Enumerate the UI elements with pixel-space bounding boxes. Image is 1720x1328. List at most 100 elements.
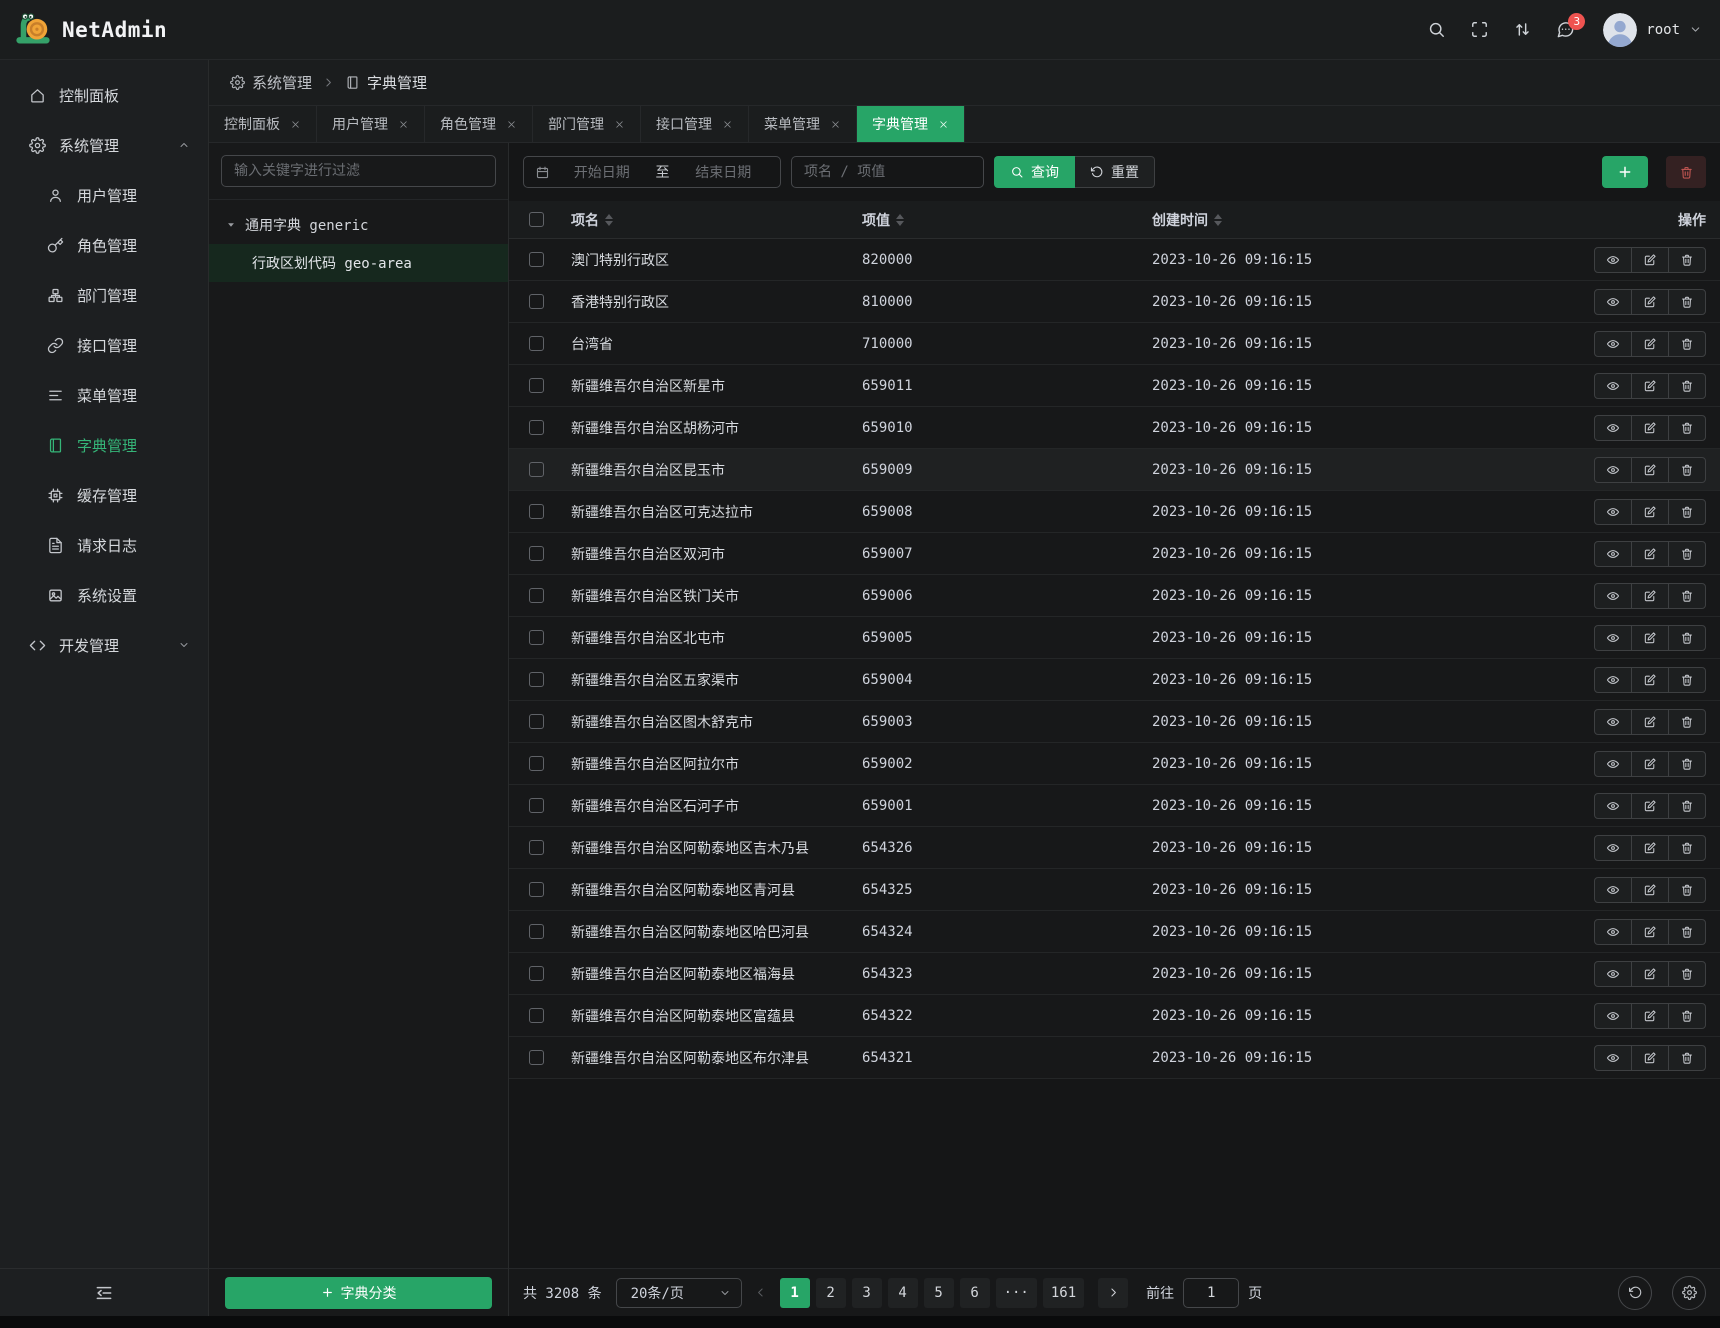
page-button[interactable]: 1 — [780, 1278, 810, 1308]
tab[interactable]: 接口管理 — [641, 106, 749, 142]
edit-button[interactable] — [1631, 373, 1669, 399]
prev-page-button[interactable] — [750, 1278, 772, 1308]
row-checkbox[interactable] — [529, 420, 544, 435]
edit-button[interactable] — [1631, 667, 1669, 693]
delete-button[interactable] — [1668, 1003, 1706, 1029]
add-row-button[interactable] — [1602, 156, 1648, 188]
table-row[interactable]: 新疆维吾尔自治区北屯市 659005 2023-10-26 09:16:15 — [509, 617, 1720, 659]
query-button[interactable]: 查询 — [994, 156, 1075, 188]
delete-button[interactable] — [1668, 751, 1706, 777]
table-row[interactable]: 新疆维吾尔自治区阿勒泰地区哈巴河县 654324 2023-10-26 09:1… — [509, 911, 1720, 953]
row-checkbox[interactable] — [529, 714, 544, 729]
view-button[interactable] — [1594, 415, 1632, 441]
close-icon[interactable] — [722, 119, 733, 130]
date-range-picker[interactable]: 开始日期 至 结束日期 — [523, 156, 781, 188]
edit-button[interactable] — [1631, 541, 1669, 567]
delete-button[interactable] — [1668, 835, 1706, 861]
tree-node-selected[interactable]: 行政区划代码 geo-area — [209, 244, 508, 282]
table-row[interactable]: 新疆维吾尔自治区阿勒泰地区布尔津县 654321 2023-10-26 09:1… — [509, 1037, 1720, 1079]
table-row[interactable]: 新疆维吾尔自治区胡杨河市 659010 2023-10-26 09:16:15 — [509, 407, 1720, 449]
refresh-table-button[interactable] — [1618, 1276, 1652, 1310]
view-button[interactable] — [1594, 583, 1632, 609]
page-button[interactable]: 5 — [924, 1278, 954, 1308]
table-row[interactable]: 新疆维吾尔自治区阿勒泰地区福海县 654323 2023-10-26 09:16… — [509, 953, 1720, 995]
next-page-button[interactable] — [1098, 1278, 1128, 1308]
tab[interactable]: 角色管理 — [425, 106, 533, 142]
edit-button[interactable] — [1631, 499, 1669, 525]
edit-button[interactable] — [1631, 877, 1669, 903]
page-button[interactable]: 6 — [960, 1278, 990, 1308]
row-checkbox[interactable] — [529, 462, 544, 477]
sidebar-item[interactable]: 控制面板 — [0, 70, 208, 120]
table-row[interactable]: 新疆维吾尔自治区图木舒克市 659003 2023-10-26 09:16:15 — [509, 701, 1720, 743]
delete-button[interactable] — [1668, 541, 1706, 567]
table-row[interactable]: 新疆维吾尔自治区双河市 659007 2023-10-26 09:16:15 — [509, 533, 1720, 575]
select-all-checkbox[interactable] — [529, 212, 544, 227]
edit-button[interactable] — [1631, 415, 1669, 441]
table-row[interactable]: 新疆维吾尔自治区新星市 659011 2023-10-26 09:16:15 — [509, 365, 1720, 407]
row-checkbox[interactable] — [529, 840, 544, 855]
tab[interactable]: 部门管理 — [533, 106, 641, 142]
sidebar-subitem[interactable]: 字典管理 — [0, 420, 208, 470]
delete-button[interactable] — [1668, 793, 1706, 819]
sidebar-item[interactable]: 开发管理 — [0, 620, 208, 670]
edit-button[interactable] — [1631, 457, 1669, 483]
table-row[interactable]: 新疆维吾尔自治区阿勒泰地区青河县 654325 2023-10-26 09:16… — [509, 869, 1720, 911]
edit-button[interactable] — [1631, 751, 1669, 777]
view-button[interactable] — [1594, 667, 1632, 693]
row-checkbox[interactable] — [529, 336, 544, 351]
view-button[interactable] — [1594, 499, 1632, 525]
close-icon[interactable] — [506, 119, 517, 130]
fullscreen-icon[interactable] — [1470, 20, 1489, 39]
delete-button[interactable] — [1668, 247, 1706, 273]
add-dictionary-category-button[interactable]: 字典分类 — [225, 1277, 492, 1309]
view-button[interactable] — [1594, 793, 1632, 819]
row-checkbox[interactable] — [529, 630, 544, 645]
delete-button[interactable] — [1668, 961, 1706, 987]
edit-button[interactable] — [1631, 625, 1669, 651]
view-button[interactable] — [1594, 709, 1632, 735]
end-date-placeholder[interactable]: 结束日期 — [678, 162, 770, 182]
close-icon[interactable] — [398, 119, 409, 130]
view-button[interactable] — [1594, 877, 1632, 903]
page-button[interactable]: ··· — [996, 1278, 1037, 1308]
delete-button[interactable] — [1668, 415, 1706, 441]
view-button[interactable] — [1594, 373, 1632, 399]
row-checkbox[interactable] — [529, 756, 544, 771]
edit-button[interactable] — [1631, 289, 1669, 315]
view-button[interactable] — [1594, 919, 1632, 945]
sidebar-subitem[interactable]: 请求日志 — [0, 520, 208, 570]
close-icon[interactable] — [938, 119, 949, 130]
view-button[interactable] — [1594, 961, 1632, 987]
row-checkbox[interactable] — [529, 1050, 544, 1065]
edit-button[interactable] — [1631, 793, 1669, 819]
close-icon[interactable] — [830, 119, 841, 130]
page-button[interactable]: 4 — [888, 1278, 918, 1308]
view-button[interactable] — [1594, 457, 1632, 483]
table-row[interactable]: 台湾省 710000 2023-10-26 09:16:15 — [509, 323, 1720, 365]
tab[interactable]: 用户管理 — [317, 106, 425, 142]
row-checkbox[interactable] — [529, 966, 544, 981]
page-button[interactable]: 161 — [1043, 1278, 1084, 1308]
sidebar-subitem[interactable]: 菜单管理 — [0, 370, 208, 420]
sort-control[interactable] — [896, 214, 904, 226]
edit-button[interactable] — [1631, 1003, 1669, 1029]
tree-filter-input[interactable] — [221, 155, 496, 187]
sort-control[interactable] — [1214, 214, 1222, 226]
table-row[interactable]: 新疆维吾尔自治区阿勒泰地区吉木乃县 654326 2023-10-26 09:1… — [509, 827, 1720, 869]
edit-button[interactable] — [1631, 331, 1669, 357]
table-row[interactable]: 新疆维吾尔自治区昆玉市 659009 2023-10-26 09:16:15 — [509, 449, 1720, 491]
page-size-select[interactable]: 20条/页 — [616, 1278, 742, 1308]
delete-button[interactable] — [1668, 289, 1706, 315]
close-icon[interactable] — [614, 119, 625, 130]
table-settings-button[interactable] — [1672, 1276, 1706, 1310]
start-date-placeholder[interactable]: 开始日期 — [556, 162, 648, 182]
edit-button[interactable] — [1631, 1045, 1669, 1071]
row-checkbox[interactable] — [529, 924, 544, 939]
view-button[interactable] — [1594, 1045, 1632, 1071]
row-checkbox[interactable] — [529, 294, 544, 309]
row-checkbox[interactable] — [529, 252, 544, 267]
page-button[interactable]: 2 — [816, 1278, 846, 1308]
table-row[interactable]: 新疆维吾尔自治区阿勒泰地区富蕴县 654322 2023-10-26 09:16… — [509, 995, 1720, 1037]
switch-icon[interactable] — [1513, 20, 1532, 39]
